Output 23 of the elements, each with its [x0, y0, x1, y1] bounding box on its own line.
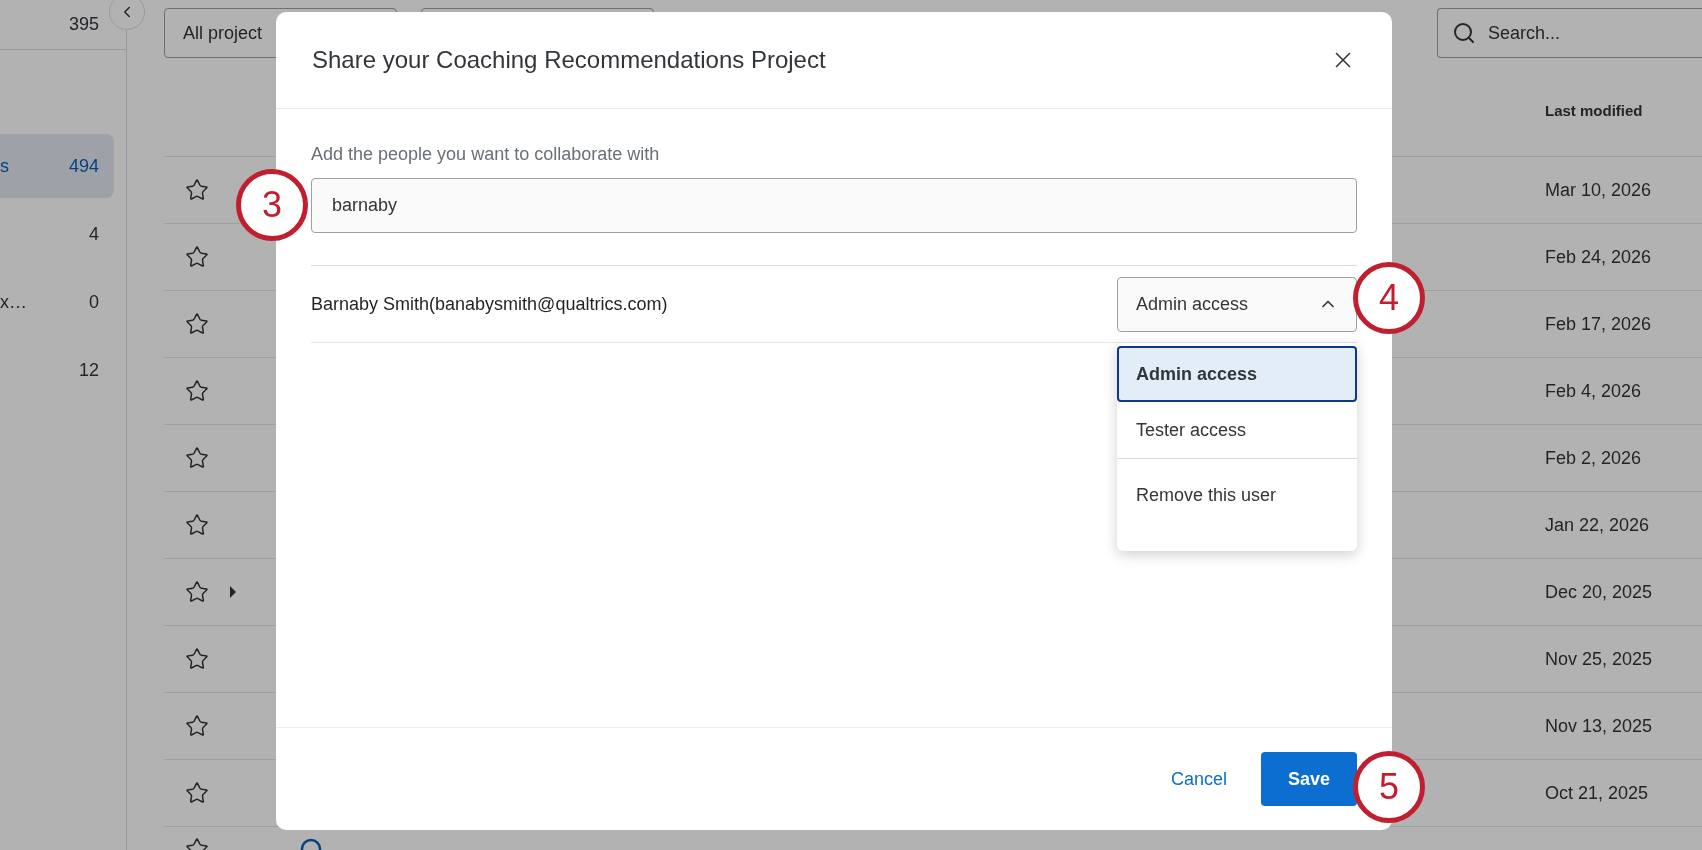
collaborator-name: Barnaby Smith(banabysmith@qualtrics.com) [311, 292, 668, 316]
count: 4 [89, 222, 99, 246]
count: 395 [68, 13, 99, 36]
count: 494 [68, 154, 99, 178]
date-cell-text: Feb 4, 2026 [1545, 379, 1643, 403]
count: 0 [89, 290, 99, 314]
date-cell-text: Feb 17, 2026 [1545, 312, 1653, 336]
step-callout: 4 [1353, 262, 1425, 334]
date-cell-text: Jan 22, 2026 [1545, 513, 1651, 537]
date-cell-text: Oct 21, 2025 [1545, 781, 1650, 805]
date-cell-text: Dec 20, 2025 [1545, 580, 1654, 604]
count: 12 [78, 358, 99, 382]
dialog-title: Share your Coaching Recommendations Project [312, 45, 826, 75]
date-cell-text: Nov 25, 2025 [1545, 647, 1654, 671]
sidebar-label: x… [0, 290, 27, 314]
date-cell-text: Feb 24, 2026 [1545, 245, 1653, 269]
sidebar-label: s [0, 154, 9, 178]
field-label: Add the people you want to collaborate with [311, 143, 661, 166]
date-cell-text: Nov 13, 2025 [1545, 714, 1654, 738]
step-callout: 5 [1353, 751, 1425, 823]
date-cell-text: Feb 2, 2026 [1545, 446, 1643, 470]
date-cell-text: Mar 10, 2026 [1545, 178, 1653, 202]
step-callout: 3 [236, 169, 308, 241]
